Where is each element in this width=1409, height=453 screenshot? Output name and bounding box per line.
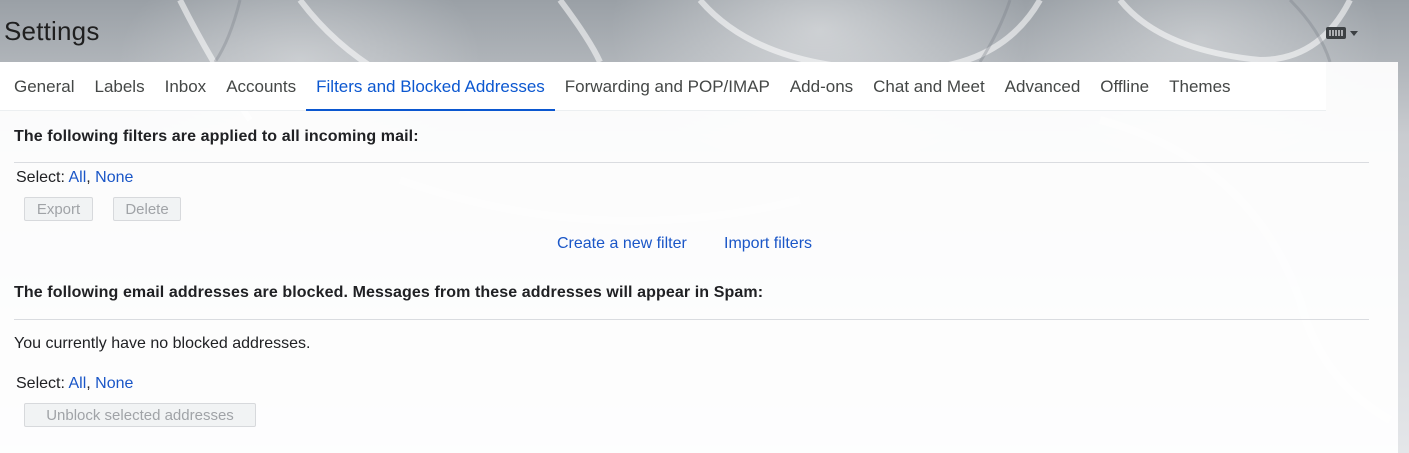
tab-chat-and-meet[interactable]: Chat and Meet: [863, 62, 995, 111]
create-new-filter-link[interactable]: Create a new filter: [557, 235, 687, 253]
blocked-select-label: Select:: [16, 375, 65, 392]
blocked-select-row: Select: All, None: [16, 375, 133, 393]
filters-select-all-link[interactable]: All: [68, 169, 86, 186]
import-filters-link[interactable]: Import filters: [724, 235, 812, 253]
filters-divider: [14, 162, 1369, 163]
filters-select-separator: ,: [86, 169, 91, 186]
tab-inbox[interactable]: Inbox: [155, 62, 217, 111]
blocked-select-none-link[interactable]: None: [95, 375, 133, 392]
delete-button[interactable]: Delete: [113, 197, 181, 221]
tab-add-ons[interactable]: Add-ons: [780, 62, 863, 111]
blocked-divider: [14, 319, 1369, 320]
filters-select-label: Select:: [16, 169, 65, 186]
filters-select-none-link[interactable]: None: [95, 169, 133, 186]
blocked-select-all-link[interactable]: All: [68, 375, 86, 392]
blocked-select-separator: ,: [86, 375, 91, 392]
tab-accounts[interactable]: Accounts: [216, 62, 306, 111]
export-button[interactable]: Export: [24, 197, 93, 221]
input-tools-button[interactable]: [1326, 22, 1374, 44]
settings-tabs: General Labels Inbox Accounts Filters an…: [0, 62, 1326, 111]
caret-down-icon: [1350, 30, 1358, 36]
unblock-selected-button[interactable]: Unblock selected addresses: [24, 403, 256, 427]
settings-panel: General Labels Inbox Accounts Filters an…: [0, 62, 1398, 453]
tab-general[interactable]: General: [4, 62, 84, 111]
filters-select-row: Select: All, None: [16, 169, 133, 187]
settings-header: Settings: [0, 0, 1409, 62]
tab-offline[interactable]: Offline: [1090, 62, 1159, 111]
page-title: Settings: [4, 16, 100, 46]
tab-filters-and-blocked-addresses[interactable]: Filters and Blocked Addresses: [306, 62, 555, 111]
no-blocked-message: You currently have no blocked addresses.: [14, 335, 311, 352]
tab-labels[interactable]: Labels: [84, 62, 154, 111]
tab-advanced[interactable]: Advanced: [995, 62, 1091, 111]
tab-forwarding-pop-imap[interactable]: Forwarding and POP/IMAP: [555, 62, 780, 111]
tab-themes[interactable]: Themes: [1159, 62, 1240, 111]
filters-heading: The following filters are applied to all…: [14, 128, 419, 145]
blocked-heading: The following email addresses are blocke…: [14, 284, 764, 301]
keyboard-icon: [1326, 27, 1346, 39]
